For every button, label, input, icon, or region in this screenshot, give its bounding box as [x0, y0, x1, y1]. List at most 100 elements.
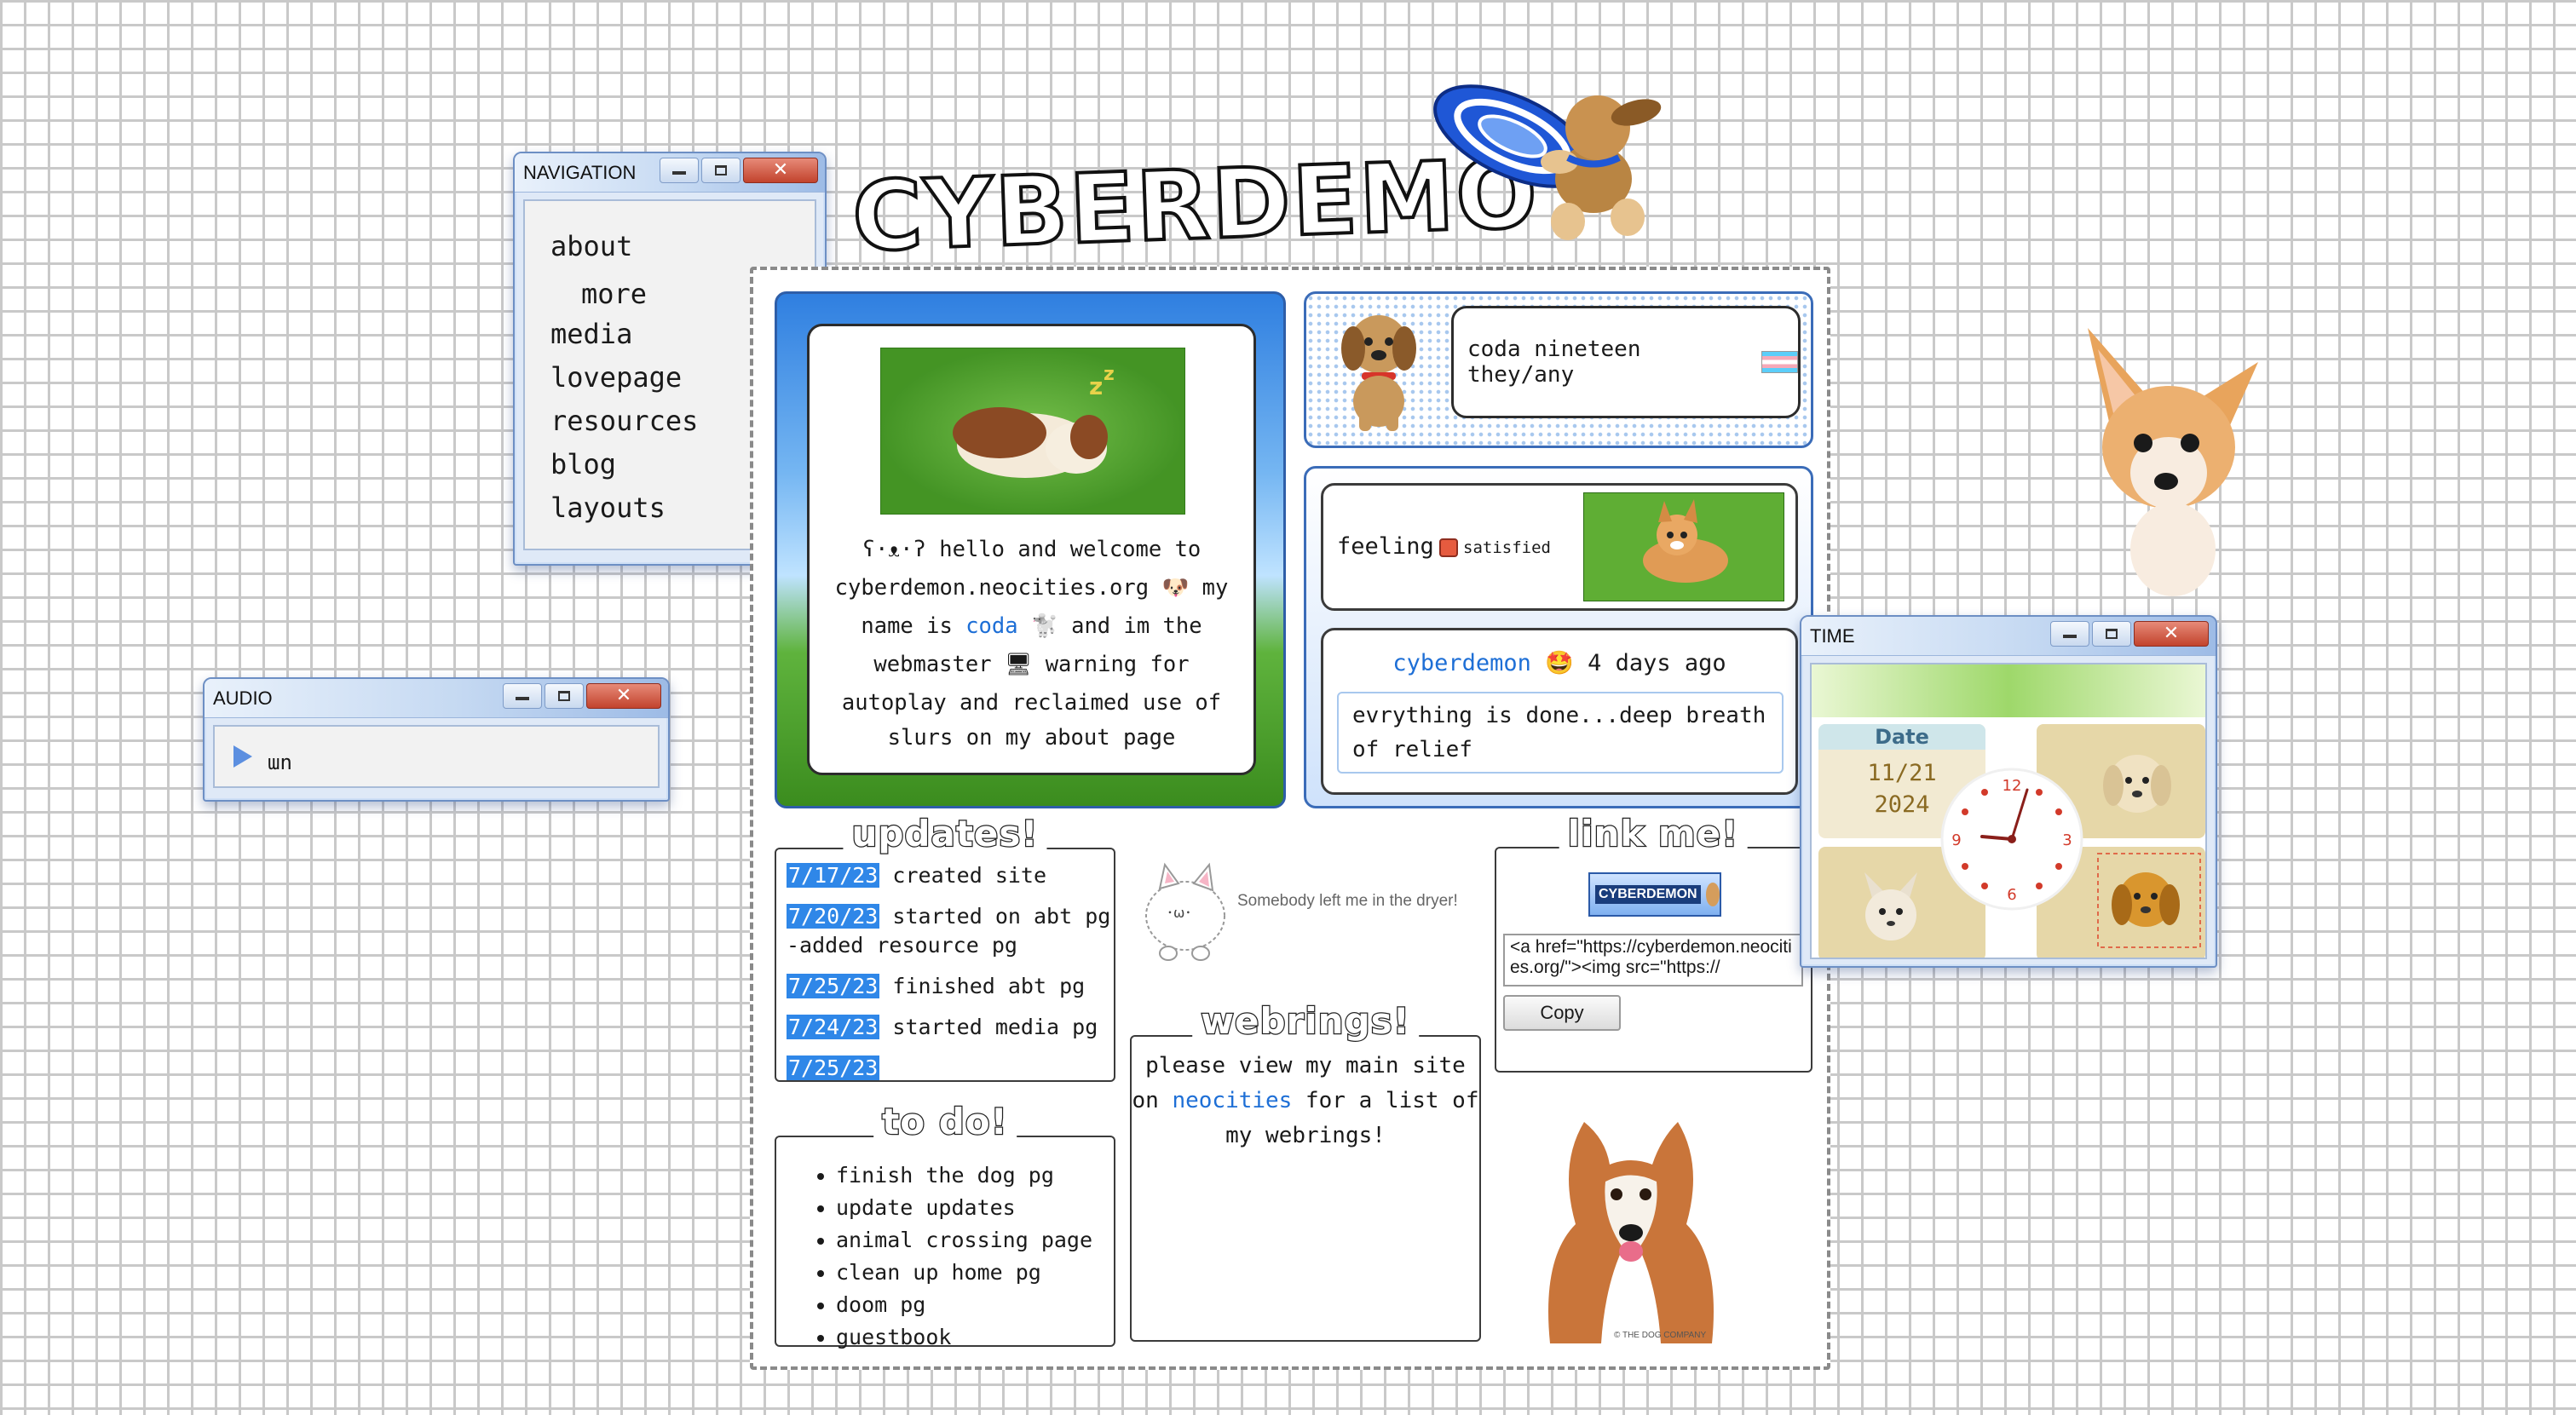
- maximize-button[interactable]: [701, 158, 741, 183]
- linkme-panel: CYBERDEMON <a href="https://cyberdemon.n…: [1495, 847, 1812, 1073]
- nav-item-label[interactable]: about: [550, 230, 632, 262]
- dog-company-credit: © THE DOG COMPANY: [1614, 1331, 1707, 1340]
- welcome-card: z z ʕ·ᴥ·ʔ hello and welcome to cyberdemo…: [807, 324, 1256, 775]
- coda-link[interactable]: coda: [965, 613, 1017, 639]
- update-date: 7/24/23: [787, 1015, 880, 1039]
- bear-emoji-icon: ʕ·ᴥ·ʔ: [862, 537, 926, 562]
- audio-titlebar[interactable]: AUDIO ✕: [205, 679, 668, 718]
- time-window[interactable]: TIME ✕ Date 11/21 2024 12 3 6 9: [1800, 615, 2217, 968]
- nav-item-label[interactable]: media: [550, 318, 632, 350]
- feeling-card: feeling: satisfied: [1321, 483, 1798, 611]
- embed-code-text: <a href="https://cyberdemon.neocities.or…: [1510, 937, 1792, 977]
- copy-button-label: Copy: [1540, 1002, 1584, 1023]
- update-item: 7/24/23 started media pg: [787, 1013, 1114, 1042]
- status-card: cyberdemon 🤩 4 days ago evrything is don…: [1321, 628, 1798, 795]
- todo-item: doom pg: [836, 1289, 1114, 1321]
- welcome-line: my: [1202, 575, 1229, 601]
- site-address: cyberdemon.neocities.org: [834, 575, 1150, 601]
- close-button[interactable]: ✕: [586, 683, 661, 709]
- site-button-banner[interactable]: CYBERDEMON: [1588, 872, 1721, 917]
- time-titlebar[interactable]: TIME ✕: [1801, 617, 2216, 656]
- update-text: finished abt pg: [892, 974, 1086, 998]
- frisbee-dog-image: [1433, 84, 1662, 240]
- welcome-text: ʕ·ᴥ·ʔ hello and welcome to cyberdemon.ne…: [810, 531, 1253, 757]
- maximize-icon: [715, 165, 727, 175]
- todo-heading: to do!: [873, 1100, 1017, 1143]
- updates-scroll[interactable]: 7/17/23 created site 7/20/23 started on …: [776, 849, 1114, 1080]
- minimize-icon: [516, 697, 529, 701]
- minimize-button[interactable]: [2050, 621, 2089, 647]
- embed-code-textarea[interactable]: <a href="https://cyberdemon.neocities.or…: [1503, 934, 1803, 986]
- svg-text:･ω･: ･ω･: [1167, 905, 1191, 921]
- welcome-line: name is: [861, 613, 953, 639]
- clock-number-9: 9: [1951, 831, 1961, 849]
- nav-item-label[interactable]: lovepage: [550, 361, 682, 394]
- welcome-line: and im the: [1071, 613, 1202, 639]
- close-icon: ✕: [2163, 623, 2180, 644]
- update-date: 7/25/23: [787, 974, 880, 998]
- time-widget: Date 11/21 2024 12 3 6 9: [1810, 663, 2207, 959]
- copy-button[interactable]: Copy: [1503, 995, 1621, 1031]
- minimize-button[interactable]: [660, 158, 699, 183]
- update-text: -added resource pg: [787, 933, 1017, 958]
- puppy-pixel-icon: 🐩: [1030, 613, 1058, 639]
- close-icon: ✕: [772, 159, 789, 181]
- audio-window[interactable]: AUDIO ✕ ɯn: [203, 677, 670, 802]
- nav-item-label[interactable]: layouts: [550, 492, 666, 524]
- maximize-icon: [558, 691, 570, 701]
- navigation-titlebar[interactable]: NAVIGATION ✕: [515, 153, 825, 193]
- collie-dog-image: [1548, 1122, 1714, 1343]
- dryer-cat-image: ･ω･: [1145, 862, 1225, 961]
- status-time: 4 days ago: [1588, 650, 1726, 676]
- sleeping-puppy-image: z z: [880, 348, 1185, 515]
- chihuahua-grass-image: [1583, 492, 1784, 601]
- welcome-line: warning for: [1045, 652, 1190, 677]
- audio-title: AUDIO: [213, 687, 273, 709]
- todo-item: finish the dog pg: [836, 1159, 1114, 1192]
- status-header: cyberdemon 🤩 4 days ago: [1323, 649, 1795, 676]
- nav-item-label[interactable]: blog: [550, 448, 616, 480]
- maximize-button[interactable]: [545, 683, 584, 709]
- profile-panel: coda nineteen they/any: [1304, 291, 1813, 448]
- welcome-panel: z z ʕ·ᴥ·ʔ hello and welcome to cyberdemo…: [775, 291, 1286, 808]
- minimize-icon: [2063, 635, 2077, 639]
- welcome-line: hello and welcome to: [939, 537, 1202, 562]
- audio-player: ɯn: [213, 725, 660, 788]
- dryer-caption: Somebody left me in the dryer!: [1237, 892, 1458, 910]
- time-title: TIME: [1810, 624, 1855, 647]
- nav-item-about[interactable]: about: [550, 225, 815, 268]
- close-button[interactable]: ✕: [743, 158, 818, 183]
- profile-card: coda nineteen they/any: [1451, 306, 1801, 418]
- linkme-heading: link me!: [1559, 812, 1748, 855]
- nav-item-label[interactable]: more: [581, 278, 647, 310]
- maximize-button[interactable]: [2092, 621, 2131, 647]
- update-text: started media pg: [892, 1015, 1098, 1039]
- todo-item: animal crossing page: [836, 1224, 1114, 1257]
- minimize-icon: [672, 171, 686, 175]
- dog-banner-icon: [1705, 883, 1720, 906]
- webrings-line: please view my main site: [1145, 1053, 1466, 1079]
- clock-number-12: 12: [2003, 777, 2022, 795]
- nav-item-label[interactable]: resources: [550, 405, 698, 437]
- status-user-link[interactable]: cyberdemon: [1392, 650, 1531, 676]
- webrings-heading: webrings!: [1192, 999, 1419, 1043]
- minimize-button[interactable]: [503, 683, 542, 709]
- update-item: 7/17/23 created site: [787, 861, 1114, 890]
- chihuahua-image: [2088, 328, 2258, 596]
- feeling-label: feeling:: [1337, 533, 1449, 560]
- status-container: feeling: satisfied cyberdemon 🤩 4 days a…: [1304, 466, 1813, 808]
- update-item: 7/25/23: [787, 1054, 1114, 1080]
- update-date: 7/25/23: [787, 1055, 880, 1080]
- todo-item: guestbook: [836, 1321, 1114, 1354]
- welcome-line: slurs on my about page: [887, 725, 1176, 751]
- satisfied-face-icon: [1439, 538, 1458, 557]
- date-label: Date: [1818, 724, 1985, 750]
- update-item: 7/20/23 started on abt pg -added resource…: [787, 902, 1114, 960]
- play-button[interactable]: [233, 745, 252, 768]
- svg-text:z: z: [1104, 364, 1115, 385]
- close-button[interactable]: ✕: [2134, 621, 2209, 647]
- neocities-link[interactable]: neocities: [1172, 1088, 1292, 1113]
- clock-number-3: 3: [2062, 831, 2072, 849]
- update-date: 7/17/23: [787, 863, 880, 888]
- update-item: 7/25/23 finished abt pg: [787, 972, 1114, 1001]
